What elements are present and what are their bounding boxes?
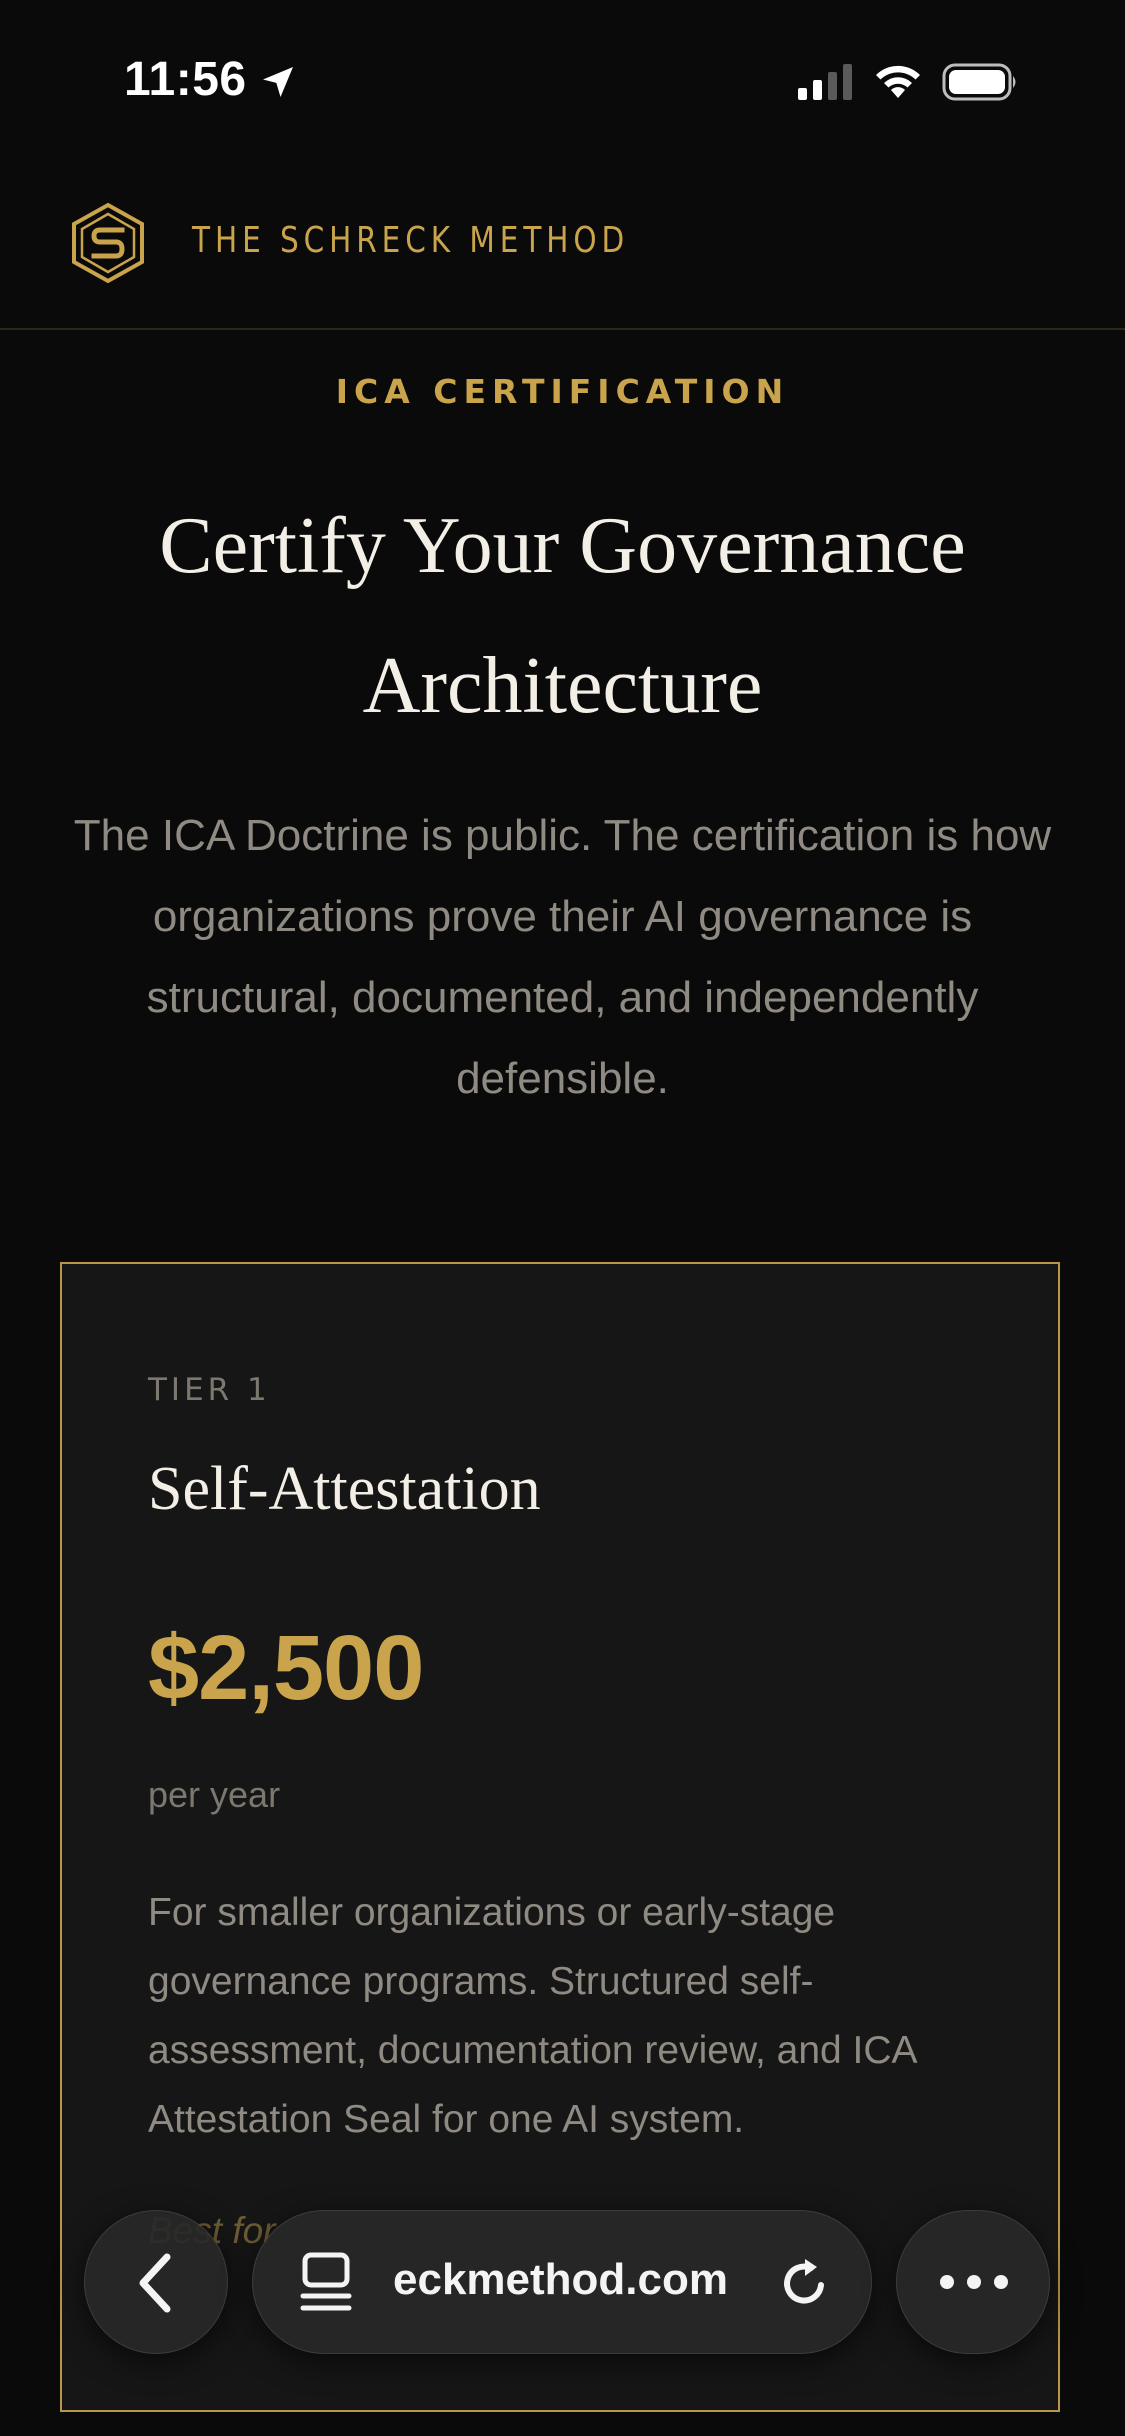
reload-icon[interactable] bbox=[777, 2255, 833, 2311]
page-title: Certify Your Governance Architecture bbox=[60, 476, 1065, 756]
status-bar: 11:56 bbox=[0, 0, 1125, 160]
schreck-logo-icon[interactable] bbox=[70, 202, 146, 284]
page-title-line-2: Architecture bbox=[362, 642, 763, 730]
tier-billing-period: per year bbox=[148, 1774, 281, 1815]
address-bar[interactable]: eckmethod.com bbox=[252, 2210, 872, 2354]
more-dots-icon bbox=[940, 2275, 1008, 2289]
location-arrow-icon bbox=[263, 67, 293, 97]
url-text[interactable]: eckmethod.com bbox=[393, 2255, 728, 2305]
wifi-icon bbox=[876, 65, 920, 98]
tier-title: Self-Attestation bbox=[148, 1455, 541, 1523]
brand-name[interactable]: THE SCHRECK METHOD bbox=[192, 220, 629, 261]
browser-toolbar: eckmethod.com bbox=[0, 2200, 1125, 2436]
section-eyebrow: ICA CERTIFICATION bbox=[335, 372, 790, 411]
back-chevron-icon bbox=[139, 2253, 171, 2313]
tabs-icon[interactable] bbox=[297, 2251, 355, 2315]
tier-description: For smaller organizations or early-stage… bbox=[148, 1891, 916, 2141]
back-button[interactable] bbox=[84, 2210, 228, 2354]
status-time: 11:56 bbox=[124, 53, 247, 106]
tier-label: TIER 1 bbox=[148, 1372, 271, 1408]
site-header: THE SCHRECK METHOD bbox=[0, 160, 1125, 330]
page-title-line-1: Certify Your Governance bbox=[159, 502, 966, 590]
tier-price: $2,500 bbox=[148, 1617, 424, 1719]
hero-description: The ICA Doctrine is public. The certific… bbox=[73, 811, 1052, 1103]
cellular-signal-icon bbox=[798, 64, 852, 100]
more-button[interactable] bbox=[896, 2210, 1050, 2354]
battery-icon bbox=[942, 63, 1016, 101]
